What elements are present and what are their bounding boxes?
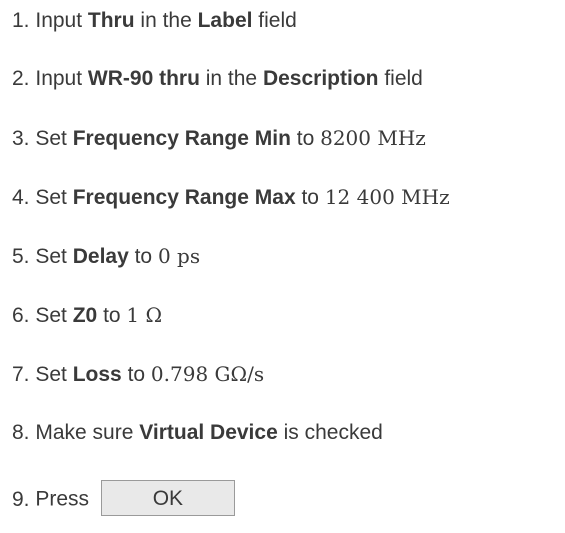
step-value: Thru: [87, 9, 135, 32]
step-text: field: [378, 67, 423, 90]
step-number: 2.: [12, 67, 30, 90]
step-text: to: [295, 186, 325, 209]
step-number: 9.: [12, 487, 30, 511]
step-value: 1 Ω: [126, 303, 163, 327]
step-value: 12 400 MHz: [324, 185, 450, 209]
step-value: WR-90 thru: [87, 67, 200, 90]
ok-button[interactable]: OK: [100, 480, 235, 516]
field-name: Virtual Device: [139, 421, 278, 444]
field-name: Frequency Range Max: [72, 186, 296, 209]
step-3: 3. Set Frequency Range Min to 8200 MHz: [12, 123, 426, 153]
field-name: Loss: [72, 363, 122, 386]
step-number: 3.: [12, 127, 30, 150]
step-4: 4. Set Frequency Range Max to 12 400 MHz: [12, 182, 450, 212]
step-2: 2. Input WR-90 thru in the Description f…: [12, 64, 423, 94]
step-text: Press: [35, 487, 95, 511]
step-text: Set: [35, 304, 73, 327]
field-name: Label: [197, 9, 253, 32]
step-number: 5.: [12, 245, 30, 268]
step-text: to: [290, 127, 321, 150]
step-number: 7.: [12, 363, 30, 386]
step-number: 8.: [12, 421, 30, 444]
field-name: Description: [262, 67, 379, 90]
step-8: 8. Make sure Virtual Device is checked: [12, 418, 383, 448]
step-number: 1.: [12, 9, 30, 32]
step-text: is checked: [277, 421, 383, 444]
step-value: 8200 MHz: [320, 126, 426, 150]
step-text: in the: [199, 67, 263, 90]
step-value: 0.798 GΩ/s: [150, 362, 265, 386]
step-text: Set: [35, 363, 73, 386]
step-number: 6.: [12, 304, 30, 327]
field-name: Frequency Range Min: [72, 127, 291, 150]
step-5: 5. Set Delay to 0 ps: [12, 241, 200, 271]
step-text: in the: [134, 9, 198, 32]
step-text: Input: [35, 67, 88, 90]
step-1: 1. Input Thru in the Label field: [12, 6, 297, 36]
step-6: 6. Set Z0 to 1 Ω: [12, 300, 162, 330]
step-text: field: [252, 9, 297, 32]
step-text: to: [97, 304, 127, 327]
step-text: Set: [35, 245, 73, 268]
step-9: 9. Press OK: [12, 480, 235, 516]
step-text: to: [128, 245, 158, 268]
step-7: 7. Set Loss to 0.798 GΩ/s: [12, 359, 264, 389]
step-text: Make sure: [35, 421, 140, 444]
step-text: Input: [35, 9, 88, 32]
step-value: 0 ps: [157, 244, 201, 268]
field-name: Delay: [72, 245, 129, 268]
step-text: Set: [35, 186, 73, 209]
field-name: Z0: [72, 304, 98, 327]
step-text: to: [121, 363, 151, 386]
step-text: Set: [35, 127, 73, 150]
step-number: 4.: [12, 186, 30, 209]
